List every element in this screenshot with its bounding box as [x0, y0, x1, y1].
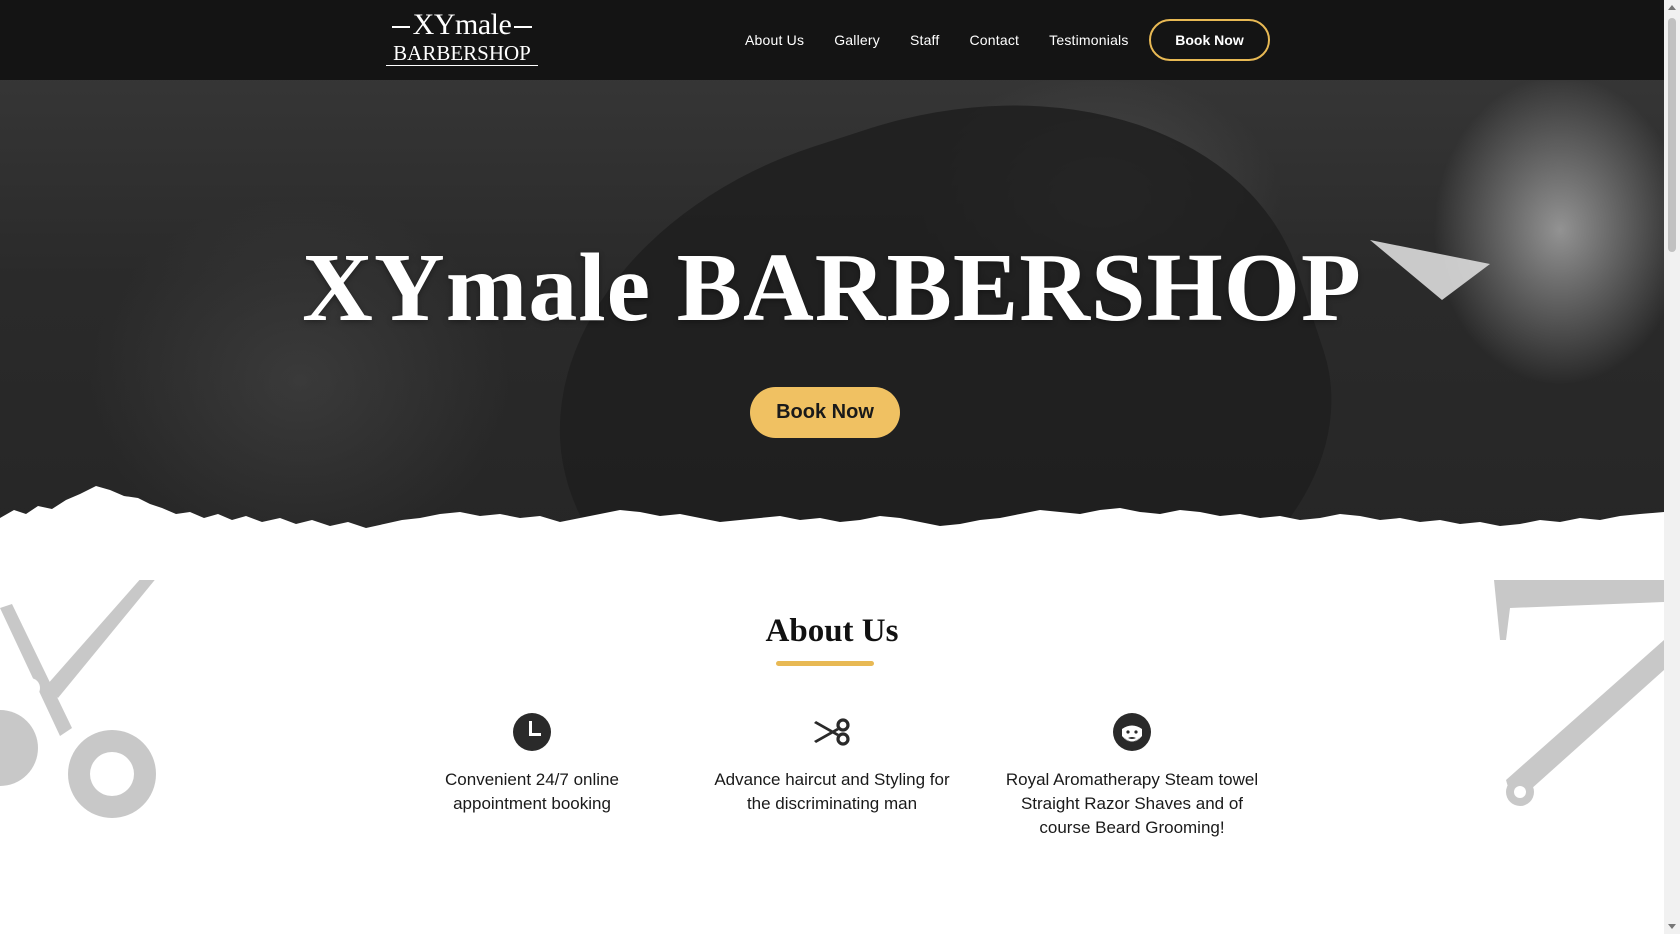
nav-links: About Us Gallery Staff Contact Testimoni… — [745, 0, 1129, 80]
scroll-down-arrow-icon[interactable] — [1668, 924, 1676, 929]
feature-haircut: Advance haircut and Styling for the disc… — [701, 712, 963, 816]
nav-book-now-button[interactable]: Book Now — [1149, 19, 1270, 61]
decorative-scissors-icon — [0, 568, 158, 818]
bearded-man-icon — [1113, 713, 1151, 751]
logo-line1: XYmale — [386, 8, 538, 42]
nav-link-staff[interactable]: Staff — [910, 32, 940, 48]
scissors-icon — [814, 718, 850, 746]
feature-grooming-text: Royal Aromatherapy Steam towel Straight … — [1005, 770, 1259, 837]
scrollbar-thumb[interactable] — [1668, 18, 1676, 252]
scroll-up-arrow-icon[interactable] — [1668, 5, 1676, 10]
nav-link-gallery[interactable]: Gallery — [834, 32, 880, 48]
hero-title: XYmale BARBERSHOP — [302, 234, 1362, 342]
about-title-underline — [776, 661, 874, 666]
hero-book-now-button[interactable]: Book Now — [750, 387, 900, 438]
feature-booking-text: Convenient 24/7 online appointment booki… — [445, 770, 619, 813]
nav-link-contact[interactable]: Contact — [969, 32, 1019, 48]
nav-link-testimonials[interactable]: Testimonials — [1049, 32, 1128, 48]
torn-paper-divider — [0, 486, 1664, 580]
page-scrollbar[interactable] — [1664, 0, 1680, 934]
feature-grooming: Royal Aromatherapy Steam towel Straight … — [1001, 712, 1263, 840]
site-logo[interactable]: XYmale BARBERSHOP — [386, 8, 538, 72]
feature-haircut-text: Advance haircut and Styling for the disc… — [714, 770, 950, 813]
clock-icon — [513, 713, 551, 751]
nav-link-about-us[interactable]: About Us — [745, 32, 804, 48]
navbar: XYmale BARBERSHOP About Us Gallery Staff… — [0, 0, 1664, 80]
logo-line2: BARBERSHOP — [386, 42, 538, 66]
about-title: About Us — [765, 613, 899, 649]
feature-booking: Convenient 24/7 online appointment booki… — [401, 712, 663, 816]
